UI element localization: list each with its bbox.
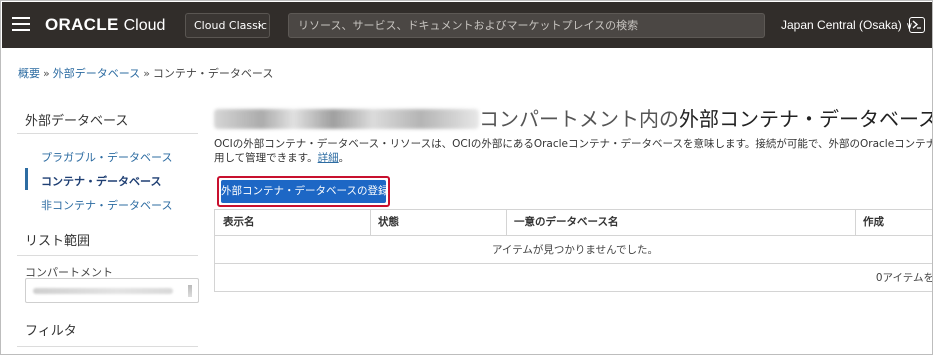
search-placeholder: リソース、サービス、ドキュメントおよびマーケットプレイスの検索 — [298, 19, 639, 32]
page-title-strong: 外部コンテナ・データベース — [679, 107, 933, 131]
divider — [17, 133, 198, 134]
breadcrumb-link-external-databases[interactable]: 外部データベース — [53, 67, 140, 80]
details-link[interactable]: 詳細 — [318, 152, 339, 164]
divider — [17, 346, 198, 347]
select-arrow-icon — [188, 285, 192, 297]
description-end: 。 — [338, 152, 350, 164]
page-title: コンパートメント内の外部コンテナ・データベース — [214, 103, 933, 133]
breadcrumb-link-overview[interactable]: 概要 — [18, 67, 40, 80]
cloud-classic-label: Cloud Classic — [194, 19, 267, 32]
column-header-state[interactable]: 状態 — [370, 210, 399, 235]
column-header-created[interactable]: 作成 — [855, 210, 884, 235]
divider — [17, 255, 198, 256]
redacted-compartment-value — [33, 288, 173, 294]
item-count: 0アイテムを — [875, 272, 933, 284]
redacted-compartment-name — [214, 109, 479, 129]
filter-title: フィルタ — [25, 324, 77, 339]
region-label: Japan Central (Osaka) — [781, 18, 902, 32]
top-navigation-bar: ORACLE Cloud Cloud Classic › リソース、サービス、ドキ… — [2, 2, 932, 48]
column-header-display-name[interactable]: 表示名 — [215, 210, 255, 235]
logo-brand: ORACLE — [45, 15, 119, 34]
table-header: 表示名 状態 一意のデータベース名 作成 — [215, 210, 932, 236]
sidebar-item-container-databases[interactable]: コンテナ・データベース — [41, 173, 161, 189]
console-frame: ORACLE Cloud Cloud Classic › リソース、サービス、ドキ… — [0, 0, 933, 355]
breadcrumb-separator: » — [143, 67, 150, 80]
description-line-2: 用して管理できます。 — [214, 152, 318, 164]
logo-suffix: Cloud — [123, 17, 166, 34]
sidebar-item-pluggable-databases[interactable]: プラガブル・データベース — [41, 149, 172, 165]
empty-table-message: アイテムが見つかりませんでした。 — [215, 236, 932, 264]
oracle-cloud-logo[interactable]: ORACLE Cloud — [45, 14, 165, 36]
page-title-middle: コンパートメント内の — [479, 107, 679, 131]
compartment-select[interactable] — [25, 278, 199, 303]
cloud-classic-button[interactable]: Cloud Classic › — [185, 13, 270, 38]
container-database-table: 表示名 状態 一意のデータベース名 作成 アイテムが見つかりませんでした。 0ア… — [214, 209, 933, 292]
chevron-right-icon: › — [257, 18, 262, 32]
list-scope-title: リスト範囲 — [25, 234, 91, 249]
column-header-unique-db-name[interactable]: 一意のデータベース名 — [506, 210, 618, 235]
hamburger-menu-icon[interactable] — [12, 17, 30, 31]
sidebar-item-non-container-databases[interactable]: 非コンテナ・データベース — [41, 197, 172, 213]
page-description: OCIの外部コンテナ・データベース・リソースは、OCIの外部にあるOracleコ… — [214, 137, 933, 165]
description-line-1: OCIの外部コンテナ・データベース・リソースは、OCIの外部にあるOracleコ… — [214, 138, 933, 150]
active-indicator — [25, 168, 28, 190]
sidebar-section-title: 外部データベース — [25, 114, 129, 129]
description-line-2-wrap: 用して管理できます。詳細。 — [214, 151, 932, 165]
search-input[interactable]: リソース、サービス、ドキュメントおよびマーケットプレイスの検索 — [288, 13, 765, 38]
breadcrumb: 概要» 外部データベース» コンテナ・データベース — [18, 65, 273, 81]
register-external-container-database-button[interactable]: 外部コンテナ・データベースの登録 — [221, 180, 388, 203]
breadcrumb-current: コンテナ・データベース — [152, 67, 274, 80]
region-selector[interactable]: Japan Central (Osaka) ∨ — [781, 13, 913, 38]
breadcrumb-separator: » — [43, 67, 50, 80]
cloud-shell-icon[interactable] — [909, 17, 925, 33]
